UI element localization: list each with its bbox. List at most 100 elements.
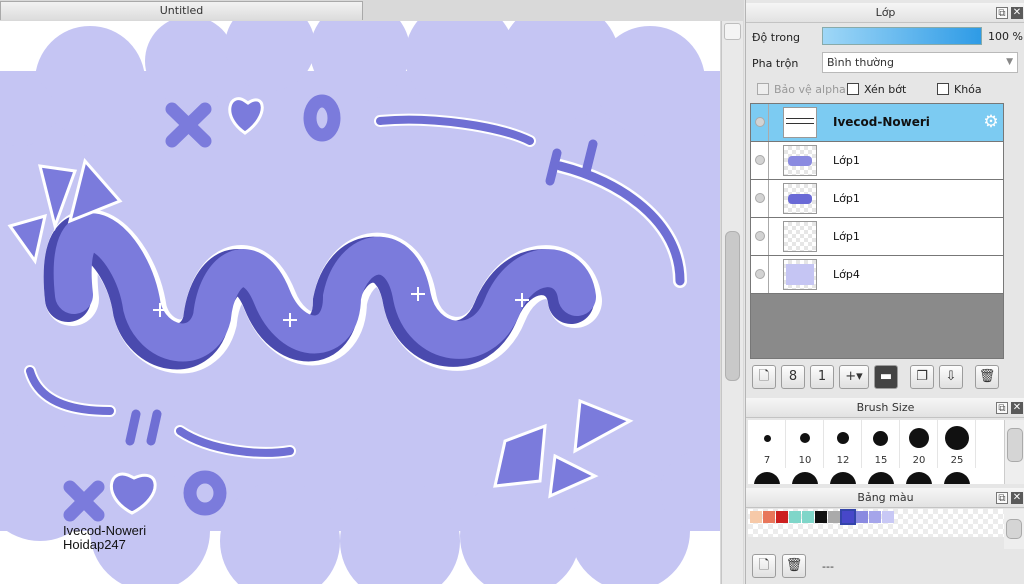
brush-dot-icon	[945, 426, 969, 450]
color-swatch-selected[interactable]	[840, 509, 856, 525]
watermark-sub: Hoidap247	[63, 537, 126, 552]
brush-size-option[interactable]: 12	[824, 420, 862, 468]
new-1bit-layer-icon[interactable]: 1	[810, 365, 834, 389]
lock-checkbox[interactable]: Khóa	[937, 83, 982, 97]
brush-dot-icon	[909, 428, 929, 448]
layer-name: Lớp1	[833, 192, 860, 205]
scroll-thumb[interactable]	[1006, 519, 1022, 539]
color-swatch[interactable]	[828, 511, 840, 523]
layer-panel: Lớp ⧉ ✕ Độ trong 100 % Pha trộn Bình thư…	[746, 3, 1024, 395]
folder-icon[interactable]: ▬	[874, 365, 898, 389]
scroll-thumb[interactable]	[1007, 428, 1023, 462]
eye-icon	[755, 155, 765, 165]
opacity-slider[interactable]	[822, 27, 982, 45]
color-swatch[interactable]	[776, 511, 788, 523]
new-8bit-layer-icon[interactable]: 8	[781, 365, 805, 389]
color-swatch[interactable]	[789, 511, 801, 523]
layer-row[interactable]: Lớp1	[751, 180, 1003, 218]
color-swatch[interactable]	[750, 511, 762, 523]
color-swatch[interactable]	[856, 511, 868, 523]
brush-size-option[interactable]: 25	[938, 420, 976, 468]
trash-icon[interactable]: 🗑	[975, 365, 999, 389]
brush-size-label: 10	[798, 455, 812, 466]
blend-mode-select[interactable]: Bình thường ▼	[822, 52, 1018, 73]
drawing-canvas[interactable]: Ivecod-Noweri Hoidap247	[0, 21, 720, 584]
palette-scrollbar[interactable]	[1004, 509, 1024, 549]
visibility-toggle[interactable]	[751, 142, 769, 179]
layer-list: Ivecod-Noweri ⚙ Lớp1 Lớp1 Lớp1 Lớp4	[750, 103, 1004, 359]
float-panel-icon[interactable]: ⧉	[996, 402, 1008, 414]
brush-scrollbar[interactable]	[1004, 420, 1024, 484]
brush-size-option[interactable]: 7	[748, 420, 786, 468]
document-tab[interactable]: Untitled	[0, 1, 363, 20]
visibility-toggle[interactable]	[751, 180, 769, 217]
color-swatch[interactable]	[882, 511, 894, 523]
brush-dot-icon	[754, 472, 780, 484]
layer-name: Lớp4	[833, 268, 860, 281]
layer-thumbnail	[783, 259, 817, 290]
new-palette-icon[interactable]: 🗋	[752, 554, 776, 578]
color-swatch[interactable]	[869, 511, 881, 523]
palette-panel-title: Bảng màu ⧉ ✕	[746, 488, 1024, 508]
color-swatch[interactable]	[763, 511, 775, 523]
palette-panel: Bảng màu ⧉ ✕ 🗋 🗑 ---	[746, 488, 1024, 584]
close-panel-icon[interactable]: ✕	[1011, 402, 1023, 414]
layer-toolbar: 🗋 8 1 +▾ ▬ ❐ ⇩ 🗑	[750, 365, 1020, 391]
brush-size-panel: Brush Size ⧉ ✕ 7 10 12 15 20 25	[746, 398, 1024, 484]
brush-size-grid: 7 10 12 15 20 25	[748, 420, 1004, 484]
visibility-toggle[interactable]	[751, 218, 769, 255]
clipping-checkbox[interactable]: Xén bớt	[847, 83, 906, 97]
brush-dot-icon	[873, 431, 888, 446]
brush-size-label: 20	[912, 455, 926, 466]
add-layer-menu-icon[interactable]: +▾	[839, 365, 869, 389]
layer-name: Lớp1	[833, 154, 860, 167]
brush-dot-icon	[944, 472, 970, 484]
gear-icon[interactable]: ⚙	[982, 113, 1000, 131]
brush-size-option[interactable]: 20	[900, 420, 938, 468]
layer-thumbnail	[783, 221, 817, 252]
float-panel-icon[interactable]: ⧉	[996, 492, 1008, 504]
close-panel-icon[interactable]: ✕	[1011, 492, 1023, 504]
clipping-label: Xén bớt	[864, 83, 907, 96]
brush-dot-icon	[800, 433, 810, 443]
layer-row[interactable]: Lớp1	[751, 142, 1003, 180]
color-swatch[interactable]	[802, 511, 814, 523]
color-swatch[interactable]	[815, 511, 827, 523]
brush-size-option[interactable]: 10	[786, 420, 824, 468]
eye-icon	[755, 231, 765, 241]
blend-mode-value: Bình thường	[827, 56, 894, 69]
layer-row[interactable]: Ivecod-Noweri ⚙	[751, 104, 1003, 142]
protect-alpha-checkbox[interactable]: Bảo vệ alpha	[757, 83, 846, 97]
close-panel-icon[interactable]: ✕	[1011, 7, 1023, 19]
merge-layer-icon[interactable]: ⇩	[939, 365, 963, 389]
canvas-vertical-scrollbar[interactable]	[721, 21, 743, 584]
layer-name: Lớp1	[833, 230, 860, 243]
artwork	[0, 21, 720, 584]
layer-thumbnail	[783, 107, 817, 138]
new-layer-icon[interactable]: 🗋	[752, 365, 776, 389]
checkbox-box	[757, 83, 769, 95]
visibility-toggle[interactable]	[751, 256, 769, 293]
brush-dot-icon	[868, 472, 894, 484]
palette-name: ---	[822, 560, 834, 573]
blend-label: Pha trộn	[752, 57, 799, 70]
chevron-down-icon: ▼	[1006, 57, 1013, 67]
checkbox-box	[937, 83, 949, 95]
brush-size-label: 7	[763, 455, 771, 466]
scroll-up-button[interactable]	[724, 23, 741, 40]
brush-dot-icon	[792, 472, 818, 484]
brush-dot-icon	[906, 472, 932, 484]
duplicate-layer-icon[interactable]: ❐	[910, 365, 934, 389]
side-panels: Lớp ⧉ ✕ Độ trong 100 % Pha trộn Bình thư…	[745, 0, 1024, 584]
layer-row[interactable]: Lớp4	[751, 256, 1003, 294]
layer-row[interactable]: Lớp1	[751, 218, 1003, 256]
layer-panel-title: Lớp ⧉ ✕	[746, 3, 1024, 23]
brush-dot-icon	[764, 435, 771, 442]
protect-alpha-label: Bảo vệ alpha	[774, 83, 846, 96]
visibility-toggle[interactable]	[751, 104, 769, 141]
float-panel-icon[interactable]: ⧉	[996, 7, 1008, 19]
brush-size-option[interactable]: 15	[862, 420, 900, 468]
checkbox-box	[847, 83, 859, 95]
trash-icon[interactable]: 🗑	[782, 554, 806, 578]
scroll-thumb[interactable]	[725, 231, 740, 381]
